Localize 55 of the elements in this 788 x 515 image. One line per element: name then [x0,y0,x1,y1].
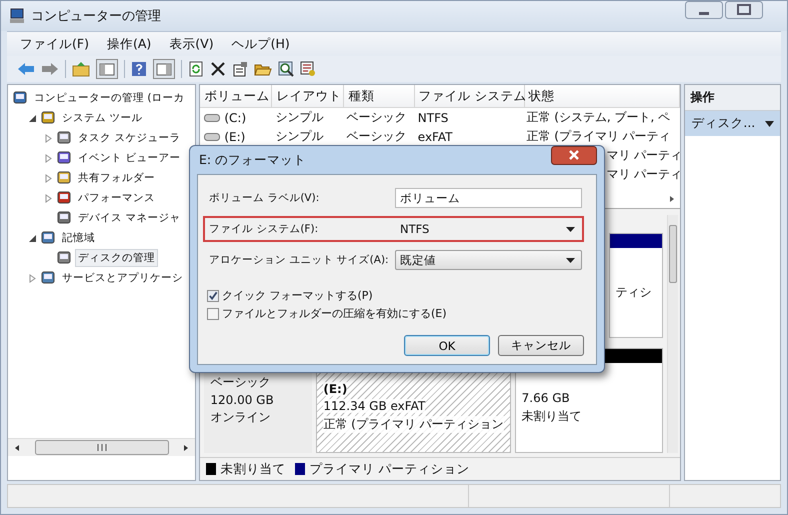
tree-item[interactable]: ディスクの管理 [75,249,158,267]
tree-item[interactable]: タスク スケジューラ [75,129,184,147]
tree-item[interactable]: システム ツール [59,109,146,127]
table-cell: マリ パーティ [606,147,680,164]
table-cell: シンプル [275,128,324,145]
volume-label-field[interactable]: ボリューム [395,188,582,208]
table-cell: exFAT [418,130,452,144]
menu-item[interactable]: ファイル(F) [11,34,98,54]
disk-info-text: ベーシック [210,374,272,391]
partition-text: 112.34 GB exFAT [323,399,426,413]
tree-item[interactable]: パフォーマンス [75,189,158,207]
table-cell: (E:) [224,130,246,144]
dialog-button[interactable]: キャンセル [498,335,584,356]
table-cell: ベーシック [346,109,407,126]
table-cell: (C:) [224,110,246,124]
legend-label: プライマリ パーティション [309,460,470,478]
partition-text: 正常 (プライマリ パーティション [323,416,504,433]
column-header[interactable]: 種類 [344,85,415,107]
tree-item[interactable]: サービスとアプリケーシ [59,269,186,287]
menu-item[interactable]: ヘルプ(H) [222,34,299,54]
tree-item[interactable]: 共有フォルダー [75,169,158,187]
legend-label: 未割り当て [220,460,286,478]
column-header[interactable]: ボリューム [200,85,272,107]
tree-item[interactable]: 記憶域 [59,229,98,247]
disk-info-text: 120.00 GB [210,393,275,407]
tree-item[interactable]: イベント ビューアー [75,149,184,167]
table-cell: 正常 (プライマリ パーティ [526,128,671,145]
tree-item[interactable]: デバイス マネージャ [75,209,184,227]
window-title: コンピューターの管理 [31,8,161,25]
table-cell: マリ パーティ [606,166,680,183]
table-cell: ベーシック [346,128,407,145]
table-cell: 正常 (システム, ブート, ペ [526,109,670,126]
partition-text: 未割り当て [522,408,582,424]
action-pane-header: 操作 [685,85,780,111]
action-item[interactable]: ディスク... [685,111,780,136]
tree-item[interactable]: コンピューターの管理 (ローカ [31,89,188,107]
partition-block[interactable]: ティシ [608,233,663,338]
dialog-button[interactable]: OK [404,335,490,356]
table-cell: シンプル [275,109,324,126]
partition-text: 7.66 GB [522,390,570,404]
field-label: アロケーション ユニット サイズ(A): [209,253,390,267]
menu-item[interactable]: 操作(A) [98,34,160,54]
column-header[interactable]: 状態 [524,85,680,107]
field-label: ファイル システム(F): [209,222,320,236]
checkbox-label: ファイルとフォルダーの圧縮を有効にする(E) [222,306,447,321]
column-header[interactable]: ファイル システム [414,85,525,107]
table-cell: NTFS [418,110,448,124]
menu-item[interactable]: 表示(V) [160,34,223,54]
dropdown[interactable]: 既定値 [395,250,582,270]
disk-info-text: オンライン [210,409,272,426]
column-header[interactable]: レイアウト [272,85,344,107]
field-label: ボリューム ラベル(V): [209,191,320,205]
dialog-title: E: のフォーマット [198,152,306,168]
checkbox-label: クイック フォーマットする(P) [222,288,373,303]
partition-text: (E:) [323,382,348,396]
